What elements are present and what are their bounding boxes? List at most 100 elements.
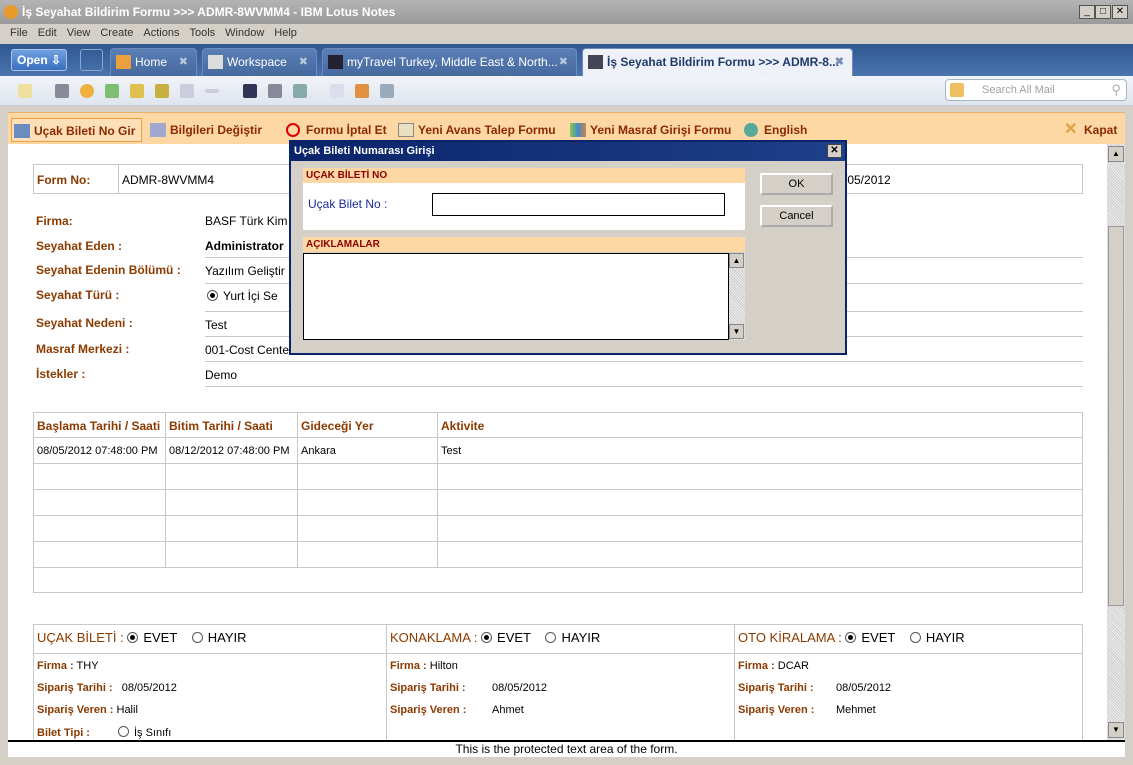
help-icon[interactable] <box>293 84 307 98</box>
dialog-title: Uçak Bileti Numarası Girişi <box>294 145 435 157</box>
notes-scrollbar[interactable]: ▲ ▼ <box>729 253 745 340</box>
menu-help[interactable]: Help <box>274 24 297 42</box>
formu-iptal-et-button[interactable]: Formu İptal Et <box>284 118 387 142</box>
open-button[interactable]: Open ⇩ <box>11 49 67 71</box>
kapat-button[interactable]: ✕ Kapat <box>1062 118 1117 142</box>
navigate-next-icon[interactable] <box>105 84 119 98</box>
form-pencil-icon <box>398 123 414 137</box>
konaklama-section-header: KONAKLAMA : EVET HAYIR <box>390 630 600 645</box>
form-no-value: ADMR-8WVMM4 <box>122 173 214 187</box>
line-label: Sipariş Veren : <box>738 704 815 716</box>
notes-textarea[interactable] <box>303 253 729 340</box>
line-value: THY <box>76 660 99 672</box>
yeni-masraf-girisi-formu-button[interactable]: Yeni Masraf Girişi Formu <box>568 118 731 142</box>
link-icon[interactable] <box>268 84 282 98</box>
scroll-down-button[interactable]: ▼ <box>729 324 744 339</box>
radio-label: HAYIR <box>561 630 601 645</box>
evet-radio[interactable]: EVET <box>127 630 177 645</box>
toolbox-icon[interactable] <box>355 84 369 98</box>
stop-icon[interactable] <box>80 84 94 98</box>
scroll-down-button[interactable]: ▼ <box>1108 722 1124 738</box>
action-label: Yeni Masraf Girişi Formu <box>590 123 732 137</box>
firma-value: BASF Türk Kim <box>205 214 288 228</box>
line-label: Firma : <box>738 660 775 672</box>
new-icon[interactable] <box>18 84 32 98</box>
action-label: Uçak Bileti No Gir <box>34 124 136 138</box>
close-tab-icon[interactable]: ✖ <box>299 49 308 75</box>
menu-edit[interactable]: Edit <box>38 24 57 42</box>
bolum-value: Yazılım Geliştir <box>205 264 285 278</box>
tab-home[interactable]: Home ✖ <box>110 48 197 76</box>
dialog-title-bar: Uçak Bileti Numarası Girişi <box>291 142 845 161</box>
hayir-radio[interactable]: HAYIR <box>909 630 965 645</box>
edit-document-icon <box>150 123 166 137</box>
ticket-no-input[interactable] <box>432 193 725 216</box>
close-tab-icon[interactable]: ✖ <box>835 49 844 75</box>
maximize-button[interactable]: □ <box>1095 5 1111 19</box>
seyahat-nedeni-label: Seyahat Nedeni : <box>36 316 133 330</box>
bookmark-icon[interactable] <box>330 84 344 98</box>
menu-create[interactable]: Create <box>100 24 133 42</box>
yeni-avans-talep-formu-button[interactable]: Yeni Avans Talep Formu <box>396 118 556 142</box>
search-icon[interactable]: ⚲ <box>1111 80 1121 100</box>
mail-scope-icon[interactable] <box>950 83 964 97</box>
vertical-scrollbar[interactable]: ▲ ▼ <box>1107 144 1125 740</box>
radio-label: EVET <box>861 630 896 645</box>
navigate-up-icon[interactable] <box>155 84 169 98</box>
close-x-icon: ✕ <box>1064 121 1078 138</box>
tab-seyahat-form[interactable]: İş Seyahat Bildirim Formu >>> ADMR-8... ✖ <box>582 48 853 76</box>
is-sinifi-radio[interactable]: İş Sınıfı <box>117 726 171 739</box>
tab-mytravel[interactable]: myTravel Turkey, Middle East & North... ✖ <box>322 48 577 76</box>
hayir-radio[interactable]: HAYIR <box>545 630 600 645</box>
section-header: AÇIKLAMALAR <box>303 237 745 252</box>
cancel-button[interactable]: Cancel <box>760 205 833 227</box>
radio-label: HAYIR <box>925 630 965 645</box>
line-label: Sipariş Veren : <box>390 704 467 716</box>
services-box: UÇAK BİLETİ : EVET HAYIR Firma : THY Sip… <box>33 624 1083 740</box>
line-label: Firma : <box>37 660 74 672</box>
scroll-thumb[interactable] <box>1108 226 1124 606</box>
masraf-merkezi-value: 001-Cost Cente <box>205 343 290 357</box>
search-input[interactable]: Search All Mail ⚲ <box>945 79 1127 101</box>
line-value: Mehmet <box>836 704 876 716</box>
action-label: Bilgileri Değiştir <box>170 123 263 137</box>
evet-radio[interactable]: EVET <box>845 630 895 645</box>
close-window-button[interactable]: ✕ <box>1112 5 1128 19</box>
scroll-up-button[interactable]: ▲ <box>729 253 744 268</box>
tab-workspace[interactable]: Workspace ✖ <box>202 48 317 76</box>
search-placeholder: Search All Mail <box>982 84 1055 96</box>
evet-radio[interactable]: EVET <box>481 630 531 645</box>
ucak-bileti-no-gir-button[interactable]: Uçak Bileti No Gir <box>11 118 142 142</box>
ok-button[interactable]: OK <box>760 173 833 195</box>
travelers-icon <box>588 55 603 69</box>
oto-kiralama-section-header: OTO KİRALAMA : EVET HAYIR <box>738 630 965 645</box>
home-icon <box>116 55 131 69</box>
menu-window[interactable]: Window <box>225 24 264 42</box>
tab-label: İş Seyahat Bildirim Formu >>> ADMR-8... <box>607 55 839 69</box>
seyahat-turu-radio[interactable]: Yurt İçi Se <box>207 289 278 303</box>
istekler-label: İstekler : <box>36 367 86 381</box>
action-label: Formu İptal Et <box>306 123 387 137</box>
bilgileri-degistir-button[interactable]: Bilgileri Değiştir <box>148 118 262 142</box>
line-value: 08/05/2012 <box>121 682 177 694</box>
menu-file[interactable]: File <box>10 24 28 42</box>
radio-selected-icon <box>207 290 218 301</box>
close-tab-icon[interactable]: ✖ <box>559 49 568 75</box>
scroll-up-button[interactable]: ▲ <box>1108 146 1124 162</box>
find-icon[interactable] <box>243 84 257 98</box>
close-tab-icon[interactable]: ✖ <box>179 49 188 75</box>
switch-windows-button[interactable] <box>80 49 103 71</box>
preview-pane-icon[interactable] <box>380 84 394 98</box>
menu-view[interactable]: View <box>67 24 91 42</box>
english-button[interactable]: English <box>742 118 807 142</box>
print-icon[interactable] <box>55 84 69 98</box>
menu-tools[interactable]: Tools <box>189 24 215 42</box>
line-label: Sipariş Tarihi : <box>37 682 113 694</box>
masraf-merkezi-label: Masraf Merkezi : <box>36 342 130 356</box>
dialog-close-button[interactable]: ✕ <box>827 144 842 158</box>
navigate-prev-icon[interactable] <box>130 84 144 98</box>
minimize-button[interactable]: _ <box>1079 5 1095 19</box>
menu-bar: File Edit View Create Actions Tools Window Help <box>0 24 1133 44</box>
menu-actions[interactable]: Actions <box>143 24 179 42</box>
hayir-radio[interactable]: HAYIR <box>191 630 247 645</box>
